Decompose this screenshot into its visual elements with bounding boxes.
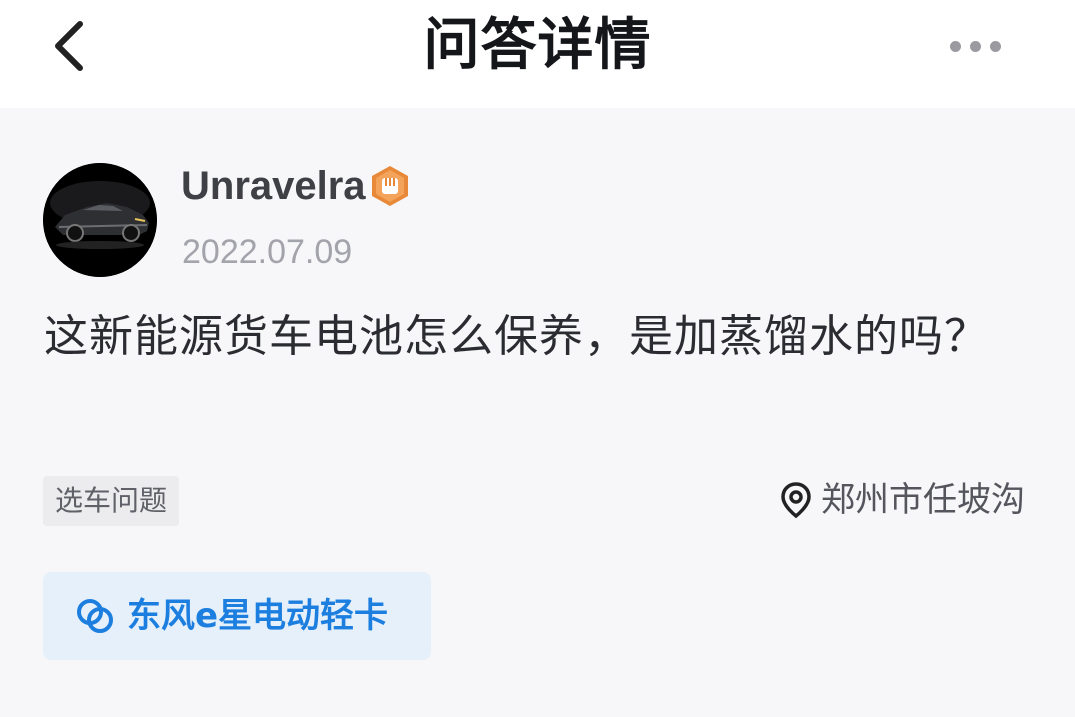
linked-rings-icon [77,599,113,633]
vehicle-link-card[interactable]: 东风e星电动轻卡 [43,572,431,660]
page-title: 问答详情 [423,13,652,78]
sports-car-avatar [43,163,157,277]
page: 问答详情 Unravelra 2022.07.09 这新能源货车电池怎么保养，是 [0,0,1075,717]
location: 郑州市任坡沟 [779,475,1025,525]
more-dot [969,40,981,52]
vehicle-name: 东风e星电动轻卡 [127,596,389,636]
category-tag[interactable]: 选车问题 [43,476,180,526]
more-options-button[interactable] [940,26,1010,66]
fist-badge-icon [372,166,408,206]
location-text: 郑州市任坡沟 [821,480,1025,520]
more-dots-icon [949,40,961,52]
post-date: 2022.07.09 [182,233,353,271]
top-navigation-bar: 问答详情 [0,0,1075,108]
avatar[interactable] [43,163,157,277]
more-dot [989,40,1001,52]
question-text: 这新能源货车电池怎么保养，是加蒸馏水的吗？ [44,311,989,362]
location-pin-icon [781,482,811,519]
author-name[interactable]: Unravelra [181,160,366,212]
